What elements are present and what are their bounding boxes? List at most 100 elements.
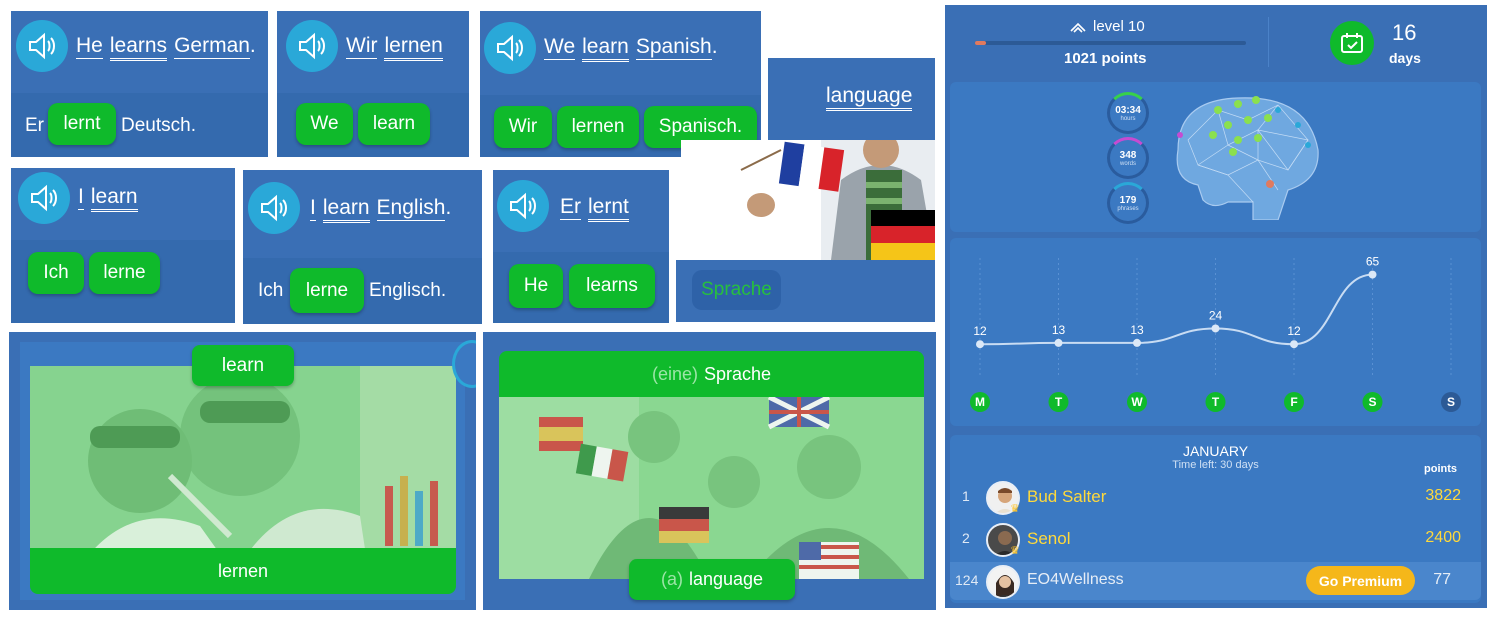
word[interactable]: learn bbox=[582, 35, 629, 62]
weekly-chart-box: 12 M 13 T 13 W 24 T 12 F 65 S S bbox=[950, 238, 1481, 426]
words-ring: 348 words bbox=[1107, 137, 1149, 179]
chart-series-line bbox=[979, 273, 1373, 346]
word[interactable]: I bbox=[310, 196, 316, 221]
speaker-icon[interactable] bbox=[497, 180, 549, 232]
word[interactable]: learn bbox=[322, 196, 370, 223]
go-premium-button[interactable]: Go Premium bbox=[1306, 566, 1415, 595]
answer-chip[interactable]: learn bbox=[192, 345, 294, 386]
word[interactable]: I bbox=[78, 185, 84, 210]
card-wir-lernen: Wir lernen We learn bbox=[277, 11, 469, 157]
level-label: level 10 bbox=[1069, 18, 1145, 35]
chart-point[interactable] bbox=[1054, 338, 1063, 347]
word[interactable]: Wir bbox=[346, 34, 378, 59]
avatar[interactable] bbox=[986, 565, 1020, 599]
speaker-icon[interactable] bbox=[18, 172, 70, 224]
answer-chip[interactable]: Wir bbox=[494, 106, 552, 148]
word[interactable]: He bbox=[76, 34, 103, 59]
answer-chip[interactable]: lernen bbox=[557, 106, 639, 148]
answer-chip[interactable]: learn bbox=[358, 103, 430, 145]
leaderboard-row[interactable]: 2 ♛ Senol 2400 bbox=[950, 520, 1481, 560]
answer-chip[interactable]: (a) language bbox=[629, 559, 795, 600]
answer-chip[interactable]: lerne bbox=[290, 268, 364, 313]
word[interactable]: German bbox=[174, 34, 250, 59]
chart-point[interactable] bbox=[1133, 338, 1141, 347]
chart-tick-label: W bbox=[1131, 395, 1143, 409]
uk-flag bbox=[767, 397, 831, 430]
player-name[interactable]: Bud Salter bbox=[1027, 487, 1106, 507]
rank: 2 bbox=[962, 530, 970, 546]
days-label: days bbox=[1389, 50, 1421, 66]
leaderboard-month: JANUARY bbox=[1182, 443, 1249, 459]
brain-icon bbox=[1176, 96, 1319, 220]
germany-flag bbox=[659, 507, 709, 543]
rank: 124 bbox=[955, 572, 979, 588]
word[interactable]: learn bbox=[90, 185, 138, 212]
card-he-learns-german: He learns German. Er lernt Deutsch. bbox=[11, 11, 268, 157]
leaderboard-row[interactable]: 1 ♛ Bud Salter 3822 bbox=[950, 478, 1481, 518]
word[interactable]: English bbox=[376, 196, 446, 221]
speaker-icon[interactable] bbox=[16, 20, 68, 72]
chart-point[interactable] bbox=[1211, 324, 1220, 333]
calendar-icon[interactable] bbox=[1330, 21, 1374, 65]
chart-tick-label: M bbox=[975, 395, 985, 409]
speaker-icon[interactable] bbox=[286, 20, 338, 72]
level-progress-fill bbox=[975, 41, 986, 45]
chart-tick-label: S bbox=[1447, 395, 1455, 409]
flags-photo bbox=[681, 140, 935, 260]
level-text: level 10 bbox=[1093, 18, 1145, 35]
header-divider bbox=[1268, 17, 1269, 67]
speaker-icon[interactable] bbox=[248, 182, 300, 234]
answer-suffix: Englisch. bbox=[369, 280, 447, 301]
answer-chip[interactable]: Sprache bbox=[692, 270, 781, 310]
weekly-chart: 12 M 13 T 13 W 24 T 12 F 65 S S bbox=[970, 255, 1461, 412]
card-sprache: Sprache bbox=[676, 260, 935, 322]
chart-tick-label: T bbox=[1212, 395, 1220, 409]
words-label: words bbox=[1119, 160, 1136, 167]
player-points: 2400 bbox=[1425, 529, 1461, 546]
answer-chip[interactable]: He bbox=[509, 264, 563, 308]
points-column-header: points bbox=[1424, 463, 1457, 475]
player-name[interactable]: Senol bbox=[1027, 529, 1070, 549]
students-illustration bbox=[499, 397, 924, 579]
answer-area: Ich lerne bbox=[11, 240, 235, 323]
player-points: 77 bbox=[1433, 571, 1451, 588]
word[interactable]: language bbox=[826, 84, 913, 111]
answer-suffix: Deutsch. bbox=[121, 115, 196, 136]
translation-text: lernen bbox=[217, 560, 269, 581]
word: language bbox=[688, 569, 764, 589]
sentence: Ilearn English. bbox=[310, 196, 458, 223]
answer-chip[interactable]: Ich bbox=[28, 252, 84, 294]
answer-chip[interactable]: lerne bbox=[89, 252, 160, 294]
punctuation: . bbox=[445, 196, 452, 219]
word[interactable]: lernt bbox=[588, 195, 629, 222]
chart-point[interactable] bbox=[1368, 270, 1377, 279]
word[interactable]: Spanish bbox=[635, 35, 712, 60]
sentence: Er lernt bbox=[560, 195, 636, 222]
chart-point[interactable] bbox=[976, 340, 984, 349]
word[interactable]: Er bbox=[560, 195, 581, 220]
chart-point[interactable] bbox=[1290, 340, 1298, 349]
player-name[interactable]: EO4Wellness bbox=[1027, 571, 1124, 589]
phrases-ring: 179 phrases bbox=[1107, 182, 1149, 224]
hours-label: hours bbox=[1120, 115, 1136, 122]
answer-chip[interactable]: lernt bbox=[48, 103, 116, 145]
level-up-icon bbox=[1070, 22, 1086, 33]
speaker-icon[interactable] bbox=[484, 22, 536, 74]
phrases-value: 179 bbox=[1119, 194, 1137, 206]
card-learn-lernen: learn lernen bbox=[9, 332, 476, 610]
word[interactable]: lernen bbox=[384, 34, 443, 61]
leaderboard-box: JANUARY Time left: 30 days points 1 ♛ Bu… bbox=[950, 435, 1481, 603]
chart-data-label: 24 bbox=[1209, 308, 1223, 322]
word[interactable]: We bbox=[544, 35, 576, 60]
answer-chip[interactable]: We bbox=[296, 103, 353, 145]
article: (a) bbox=[660, 569, 683, 589]
level-header: level 10 1021 points 16 days bbox=[945, 5, 1487, 77]
leaderboard-row-current-user[interactable]: 124 EO4Wellness Go Premium 77 bbox=[950, 562, 1481, 600]
level-progress-track bbox=[975, 41, 1246, 45]
answer-chip[interactable]: learns bbox=[569, 264, 655, 308]
chart-data-label: 13 bbox=[1130, 323, 1144, 337]
card-i-learn-english: Ilearn English. Ich lerne Englisch. bbox=[243, 170, 482, 324]
word[interactable]: learns bbox=[109, 34, 168, 61]
spain-flag bbox=[539, 417, 583, 451]
rank: 1 bbox=[962, 488, 970, 504]
